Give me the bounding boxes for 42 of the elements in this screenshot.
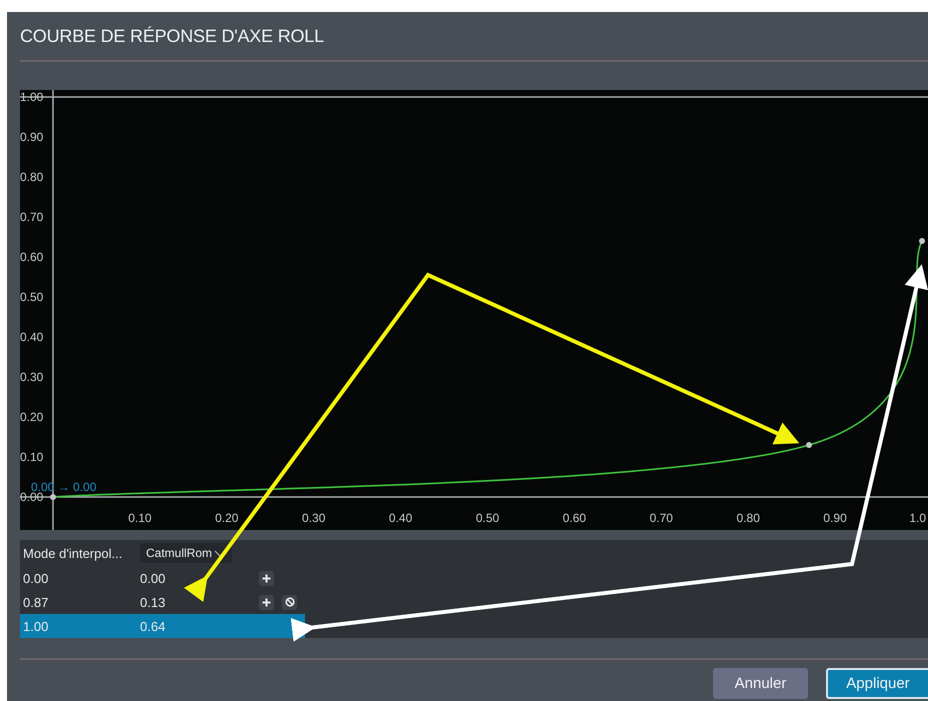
input-value: 1.00 [22,618,50,634]
point-row[interactable]: 1.00 0.64 [20,614,305,638]
plus-icon [262,598,271,606]
y-tick-label: 0.90 [20,130,44,144]
output-value: 0.64 [140,618,166,634]
y-tick-label: 0.10 [20,450,44,464]
y-tick-label: 0.70 [20,210,44,224]
x-tick-label: 0.40 [388,511,412,525]
x-tick-label: 0.60 [562,511,586,525]
curve-point[interactable] [50,494,56,500]
y-tick-label: 0.30 [20,370,44,384]
remove-point-button[interactable] [282,594,297,610]
plus-icon [262,574,271,582]
output-value: 0.00 [140,570,166,586]
x-tick-label: 0.50 [476,511,500,525]
window-title: COURBE DE RÉPONSE D'AXE ROLL [20,24,325,48]
x-tick-label: 0.20 [215,511,238,525]
apply-button[interactable]: Appliquer [826,668,928,699]
input-value: 0.87 [22,594,50,610]
y-tick-label: 0.80 [20,170,44,184]
x-tick-label: 0.80 [736,511,760,525]
add-point-button[interactable] [259,594,274,610]
curve-point[interactable] [806,442,812,448]
x-tick-label: 0.10 [128,511,152,525]
y-tick-label: 0.40 [20,330,44,344]
x-tick-label: 1.0 [909,511,926,525]
add-point-button[interactable] [259,570,274,586]
curve-point[interactable] [919,238,925,244]
cancel-button[interactable]: Annuler [713,668,808,699]
no-entry-icon [284,597,294,607]
interpolation-label: Mode d'interpol... [22,546,124,560]
input-value: 0.00 [22,570,50,586]
output-value: 0.13 [140,594,166,610]
point-row[interactable]: 0.87 0.13 [20,590,305,614]
y-tick-label: 0.60 [20,250,44,264]
interpolation-dropdown[interactable]: CatmullRom [140,543,232,563]
y-tick-label: 0.20 [20,410,44,424]
x-tick-label: 0.30 [302,511,326,525]
x-tick-label: 0.70 [650,511,673,525]
point-row[interactable]: 0.00 0.00 [20,566,305,590]
y-tick-label: 0.50 [20,290,44,304]
x-tick-label: 0.90 [823,511,847,525]
